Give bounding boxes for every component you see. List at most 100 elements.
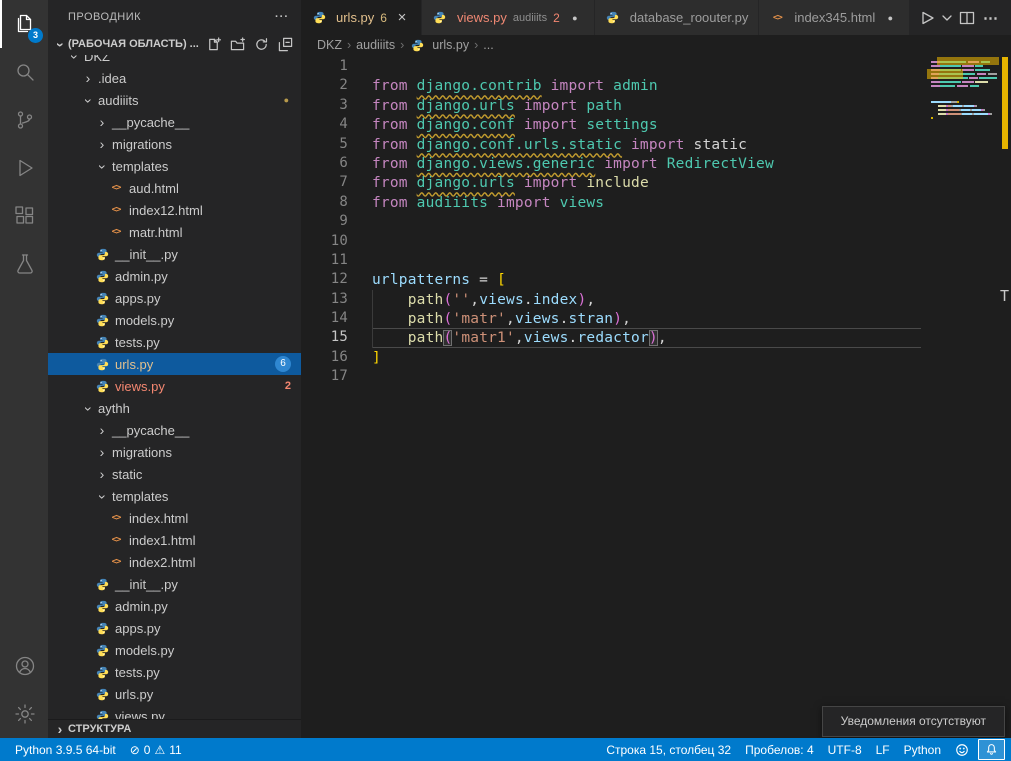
- dirty-indicator[interactable]: ●: [566, 13, 584, 23]
- activity-item-search[interactable]: [0, 48, 48, 96]
- line-number[interactable]: 13: [301, 290, 356, 309]
- tree-item-views.py[interactable]: views.py: [48, 705, 301, 719]
- breadcrumb-label: ...: [483, 38, 493, 52]
- workspace-section-header[interactable]: › (РАБОЧАЯ ОБЛАСТЬ) ...: [48, 33, 301, 55]
- line-number[interactable]: 16: [301, 348, 356, 367]
- breadcrumb-item-urls.py[interactable]: urls.py: [409, 37, 469, 53]
- tab-urls.py[interactable]: urls.py6×: [301, 0, 422, 35]
- tree-item-index12.html[interactable]: <>index12.html: [48, 199, 301, 221]
- tree-item-__init__.py[interactable]: __init__.py: [48, 243, 301, 265]
- close-icon[interactable]: ×: [393, 9, 411, 26]
- tree-item-admin.py[interactable]: admin.py: [48, 595, 301, 617]
- line-number[interactable]: 15: [301, 328, 356, 347]
- tree-item-aythh[interactable]: ›aythh: [48, 397, 301, 419]
- activity-item-explorer[interactable]: 3: [0, 0, 48, 48]
- feedback-item[interactable]: [948, 738, 976, 761]
- chevron-down-icon[interactable]: [939, 10, 955, 26]
- tree-item-index.html[interactable]: <>index.html: [48, 507, 301, 529]
- notifications-bell-button[interactable]: [978, 739, 1005, 760]
- line-number[interactable]: 17: [301, 367, 356, 386]
- new-folder-icon[interactable]: [230, 37, 245, 52]
- encoding-item[interactable]: UTF-8: [821, 738, 869, 761]
- collapse-all-icon[interactable]: [278, 37, 293, 52]
- dirty-indicator[interactable]: ●: [881, 13, 899, 23]
- code-line-11: 11: [301, 251, 921, 270]
- tree-item-apps.py[interactable]: apps.py: [48, 617, 301, 639]
- tree-item-models.py[interactable]: models.py: [48, 639, 301, 661]
- breadcrumb: DKZ›audiiits›urls.py›...: [301, 35, 1011, 55]
- line-number[interactable]: 4: [301, 115, 356, 134]
- indentation-item[interactable]: Пробелов: 4: [738, 738, 821, 761]
- activity-item-testing[interactable]: [0, 240, 48, 288]
- tree-item-admin.py[interactable]: admin.py: [48, 265, 301, 287]
- notification-toast[interactable]: Уведомления отсутствуют: [822, 706, 1005, 737]
- breadcrumb-item-...[interactable]: ...: [483, 38, 493, 52]
- tree-item-templates[interactable]: ›templates: [48, 485, 301, 507]
- tree-item-index1.html[interactable]: <>index1.html: [48, 529, 301, 551]
- tree-item-matr.html[interactable]: <>matr.html: [48, 221, 301, 243]
- sidebar-more-actions-button[interactable]: ···: [275, 11, 289, 23]
- eol-item[interactable]: LF: [869, 738, 897, 761]
- tree-item-urls.py[interactable]: urls.py: [48, 683, 301, 705]
- tab-database_roouter.py[interactable]: database_roouter.py: [595, 0, 760, 35]
- scrollbar-overview-ruler[interactable]: [999, 55, 1011, 738]
- code-line-9: 9: [301, 212, 921, 231]
- line-number[interactable]: 8: [301, 193, 356, 212]
- line-number[interactable]: 1: [301, 57, 356, 76]
- minimap[interactable]: [931, 57, 997, 125]
- line-number[interactable]: 3: [301, 96, 356, 115]
- tree-item-DKZ[interactable]: ›DKZ: [48, 55, 301, 67]
- line-number[interactable]: 7: [301, 173, 356, 192]
- activity-item-extensions[interactable]: [0, 192, 48, 240]
- tree-item-__pycache__[interactable]: ›__pycache__: [48, 419, 301, 441]
- tree-item-tests.py[interactable]: tests.py: [48, 661, 301, 683]
- line-number[interactable]: 12: [301, 270, 356, 289]
- breadcrumb-item-DKZ[interactable]: DKZ: [317, 38, 342, 52]
- tree-item-audiiits[interactable]: ›audiiits●: [48, 89, 301, 111]
- line-number[interactable]: 2: [301, 76, 356, 95]
- cursor-position-item[interactable]: Строка 15, столбец 32: [599, 738, 738, 761]
- line-number[interactable]: 5: [301, 135, 356, 154]
- tree-item-aud.html[interactable]: <>aud.html: [48, 177, 301, 199]
- tree-item-tests.py[interactable]: tests.py: [48, 331, 301, 353]
- tree-item-static[interactable]: ›static: [48, 463, 301, 485]
- tab-index345.html[interactable]: <>index345.html●: [759, 0, 910, 35]
- run-icon[interactable]: [919, 10, 935, 26]
- tree-item-views.py[interactable]: views.py2: [48, 375, 301, 397]
- code-line-14: 14 path('matr',views.stran),: [301, 309, 921, 328]
- outline-section-header[interactable]: › СТРУКТУРА: [48, 719, 301, 738]
- tab-views.py[interactable]: views.pyaudiiits2●: [422, 0, 595, 35]
- new-file-icon[interactable]: [206, 37, 221, 52]
- split-editor-icon[interactable]: [959, 10, 975, 26]
- tree-item-.idea[interactable]: ›.idea: [48, 67, 301, 89]
- line-number[interactable]: 14: [301, 309, 356, 328]
- activity-item-settings[interactable]: [0, 690, 48, 738]
- status-bar: Python 3.9.5 64-bit ⊘ 0 ⚠ 11 Строка 15, …: [0, 738, 1011, 761]
- tree-item-__init__.py[interactable]: __init__.py: [48, 573, 301, 595]
- tree-item-templates[interactable]: ›templates: [48, 155, 301, 177]
- more-actions-icon[interactable]: ⋯: [979, 9, 1003, 27]
- tree-item-models.py[interactable]: models.py: [48, 309, 301, 331]
- line-number[interactable]: 11: [301, 251, 356, 270]
- tree-item-migrations[interactable]: ›migrations: [48, 441, 301, 463]
- activity-item-run-and-debug[interactable]: [0, 144, 48, 192]
- tree-item-migrations[interactable]: ›migrations: [48, 133, 301, 155]
- code-token: 'matr': [452, 311, 506, 327]
- refresh-icon[interactable]: [254, 37, 269, 52]
- line-content: [372, 367, 921, 386]
- language-mode-item[interactable]: Python: [897, 738, 948, 761]
- tree-item-__pycache__[interactable]: ›__pycache__: [48, 111, 301, 133]
- line-number[interactable]: 10: [301, 232, 356, 251]
- line-number[interactable]: 6: [301, 154, 356, 173]
- activity-item-source-control[interactable]: [0, 96, 48, 144]
- tree-item-urls.py[interactable]: urls.py6: [48, 353, 301, 375]
- activity-item-accounts[interactable]: [0, 642, 48, 690]
- tree-item-label: static: [112, 467, 142, 482]
- problems-indicator[interactable]: ⊘ 0 ⚠ 11: [123, 738, 189, 761]
- tree-item-index2.html[interactable]: <>index2.html: [48, 551, 301, 573]
- tree-item-apps.py[interactable]: apps.py: [48, 287, 301, 309]
- breadcrumb-item-audiiits[interactable]: audiiits: [356, 38, 395, 52]
- line-number[interactable]: 9: [301, 212, 356, 231]
- python-interpreter-item[interactable]: Python 3.9.5 64-bit: [8, 738, 123, 761]
- code-editor[interactable]: 12from django.contrib import admin3from …: [301, 55, 1011, 738]
